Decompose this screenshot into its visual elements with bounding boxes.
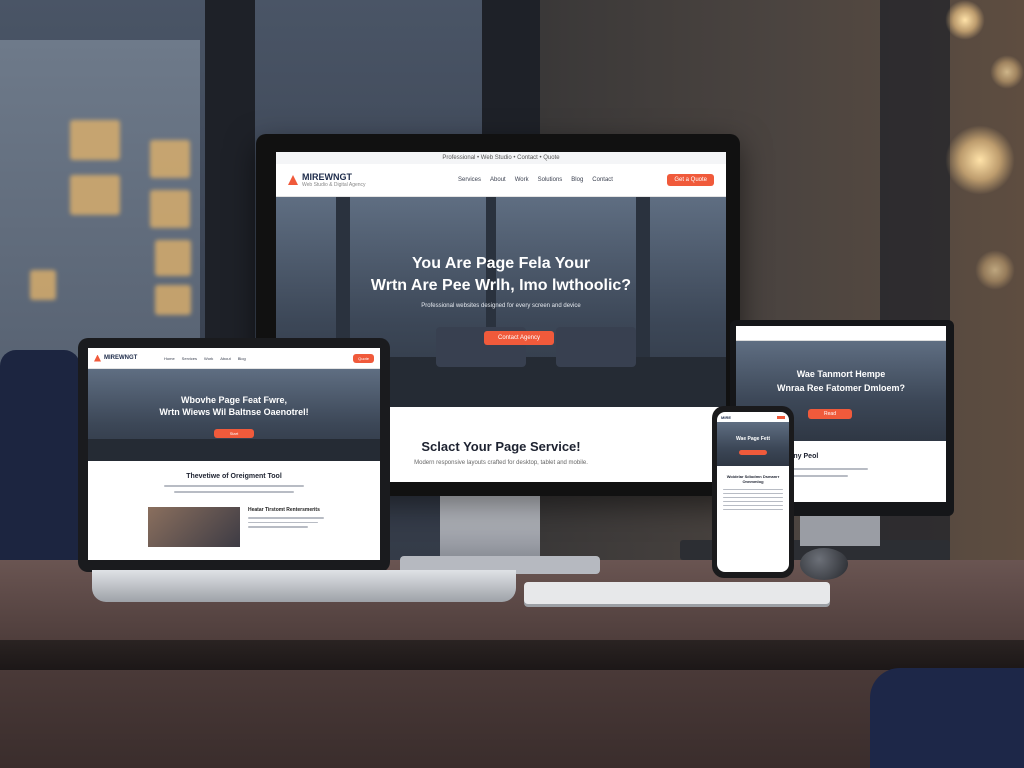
text-line xyxy=(723,489,783,490)
text-line xyxy=(723,493,783,494)
text-line xyxy=(248,521,318,523)
hero-subtext: Professional websites designed for every… xyxy=(421,303,581,309)
nav-blog[interactable]: Blog xyxy=(571,177,583,183)
laptop-hero-floor xyxy=(88,439,380,461)
text-line xyxy=(164,485,304,487)
window-light xyxy=(155,240,191,276)
text-line xyxy=(723,501,783,502)
laptop-nav: MIREWNGT Home Services Work About Blog Q… xyxy=(88,348,380,369)
laptop-hero: Wbovhe Page Feat Fwre, Wrtn Wiews Wil Ba… xyxy=(88,369,380,461)
phone-headline: Wae Page Fett xyxy=(736,436,770,442)
secondary-nav xyxy=(736,326,946,341)
laptop-nav-links: Home Services Work About Blog xyxy=(164,356,246,361)
laptop-website: MIREWNGT Home Services Work About Blog Q… xyxy=(88,348,380,560)
phone-cta[interactable] xyxy=(739,450,767,455)
hero-lounge-chair xyxy=(556,327,636,367)
desk-scene: Professional • Web Studio • Contact • Qu… xyxy=(0,0,1024,768)
text-line xyxy=(174,491,294,493)
phone-hero: Wae Page Fett xyxy=(717,422,789,466)
laptop-hero-headline: Wbovhe Page Feat Fwre, xyxy=(180,395,288,405)
text-line xyxy=(248,517,324,519)
bokeh-light xyxy=(975,250,1015,290)
hero-headline-2: Wrtn Are Pee Wrlh, Imo lwthoolic? xyxy=(370,277,632,294)
keyboard xyxy=(524,582,830,604)
logo-icon xyxy=(288,175,298,185)
bokeh-light xyxy=(990,55,1024,89)
monitor-stand xyxy=(440,496,540,556)
quote-button[interactable]: Get a Quote xyxy=(667,174,714,186)
phone-heading: Woidelar Sdiodmn Dsmanrr Onnmmlog xyxy=(726,474,780,484)
chair xyxy=(0,350,80,570)
nav-contact[interactable]: Contact xyxy=(592,177,613,183)
text-line xyxy=(248,526,308,528)
announcement-bar: Professional • Web Studio • Contact • Qu… xyxy=(276,152,726,164)
window-light xyxy=(30,270,56,300)
nav-solutions[interactable]: Solutions xyxy=(538,177,563,183)
secondary-cta[interactable]: Read xyxy=(808,409,852,419)
hero-headline: You Are Page Fela Your xyxy=(411,255,591,272)
text-line xyxy=(723,497,783,498)
laptop-hero-headline-2: Wrtn Wiews Wil Baltnse Oaenotrel! xyxy=(159,407,309,417)
laptop-base xyxy=(92,570,516,602)
tablet-stand xyxy=(800,516,880,546)
window-light xyxy=(150,190,190,228)
window-light xyxy=(155,285,191,315)
phone-website: MIRE Wae Page Fett Woidelar Sdiodmn Dsma… xyxy=(717,412,789,572)
laptop-logo[interactable]: MIREWNGT xyxy=(104,355,164,361)
window-light xyxy=(70,120,120,160)
menu-icon[interactable] xyxy=(777,415,785,419)
site-logo[interactable]: MIREWNGT Web Studio & Digital Agency xyxy=(288,172,458,188)
feature-photo xyxy=(148,507,240,547)
laptop-nav-work[interactable]: Work xyxy=(204,356,213,361)
text-line xyxy=(723,509,783,510)
logo-text: MIREWNGT xyxy=(302,172,352,182)
desk-edge xyxy=(0,640,1024,670)
hero-cta-button[interactable]: Contact Agency xyxy=(484,331,554,345)
mouse xyxy=(800,548,848,580)
window-light xyxy=(70,175,120,215)
laptop-nav-services[interactable]: Services xyxy=(182,356,197,361)
laptop-quote-button[interactable]: Quote xyxy=(353,353,374,363)
feature-card-title: Heatar Tirstomt Rentersmerits xyxy=(248,507,320,513)
secondary-headline: Wae Tanmort Hempe xyxy=(796,369,886,379)
secondary-headline-2: Wnraa Ree Fatomer Dmloem? xyxy=(776,383,906,393)
text-line xyxy=(723,505,783,506)
laptop-feature-card: Heatar Tirstomt Rentersmerits xyxy=(148,507,380,547)
logo-tagline: Web Studio & Digital Agency xyxy=(302,182,366,188)
chair xyxy=(870,668,1024,768)
nav-links: Services About Work Solutions Blog Conta… xyxy=(458,177,613,183)
laptop-hero-cta[interactable]: Start xyxy=(214,429,254,438)
laptop-nav-blog[interactable]: Blog xyxy=(238,356,246,361)
bokeh-light xyxy=(945,0,985,40)
logo-icon xyxy=(94,354,101,362)
nav-work[interactable]: Work xyxy=(515,177,529,183)
site-nav: MIREWNGT Web Studio & Digital Agency Ser… xyxy=(276,164,726,197)
laptop-nav-about[interactable]: About xyxy=(220,356,230,361)
laptop-nav-home[interactable]: Home xyxy=(164,356,175,361)
window-light xyxy=(150,140,190,178)
nav-services[interactable]: Services xyxy=(458,177,481,183)
laptop-section-heading: Thevetiwe of Oreigment Tool xyxy=(186,473,282,480)
bokeh-light xyxy=(945,125,1015,195)
phone-logo[interactable]: MIRE xyxy=(721,415,731,420)
nav-about[interactable]: About xyxy=(490,177,506,183)
phone-nav: MIRE xyxy=(717,412,789,422)
